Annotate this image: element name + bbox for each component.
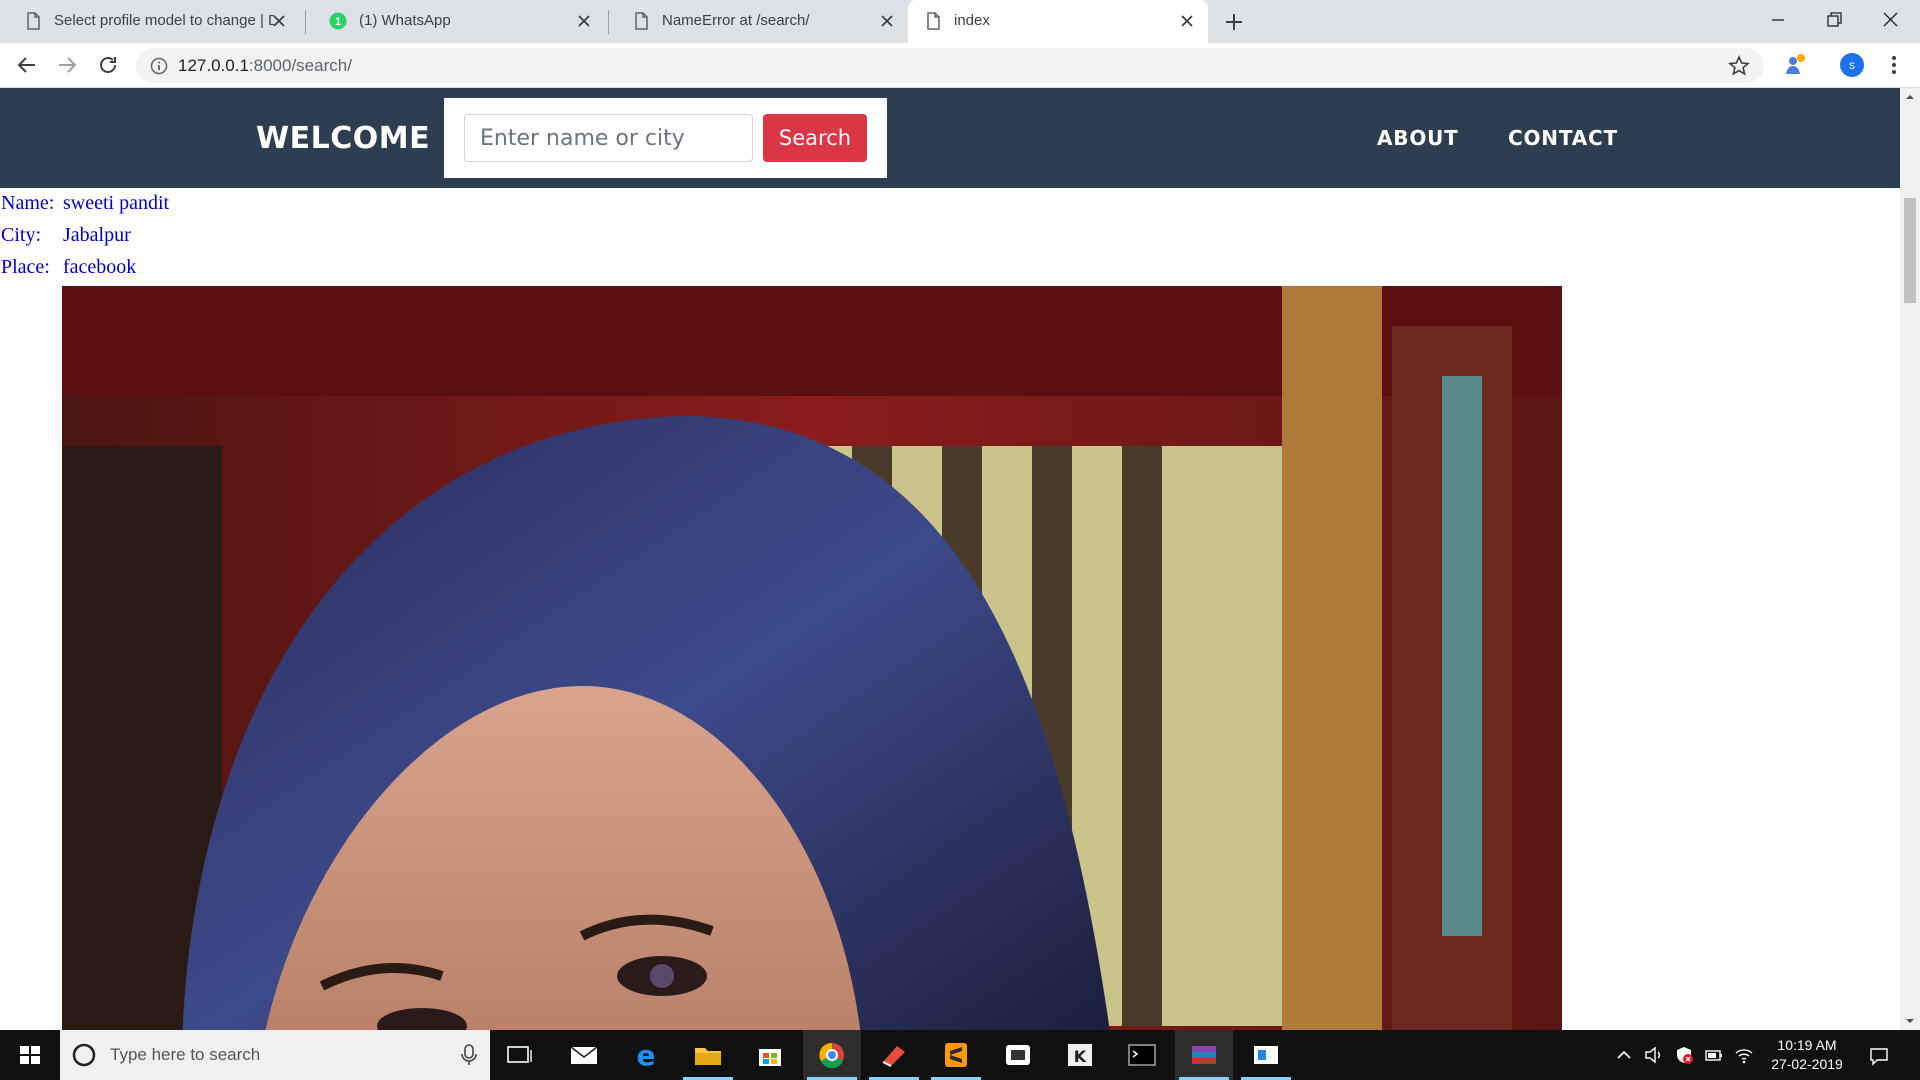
info-icon[interactable] — [150, 57, 168, 75]
tab-nameerror[interactable]: NameError at /search/ — [608, 0, 908, 43]
edge-app[interactable]: e — [617, 1030, 675, 1080]
page-scrollbar[interactable] — [1900, 88, 1920, 1030]
windows-taskbar: Type here to search e K 10:19 AM 27-02-2… — [0, 1030, 1920, 1080]
close-icon[interactable] — [270, 12, 288, 30]
page-icon — [632, 12, 650, 30]
profile-avatar[interactable]: s — [1840, 53, 1864, 77]
tab-whatsapp[interactable]: 1 (1) WhatsApp — [305, 0, 605, 43]
terminal-app[interactable] — [1113, 1030, 1171, 1080]
volume-icon[interactable] — [1644, 1045, 1664, 1065]
notification-icon[interactable] — [1868, 1045, 1890, 1067]
winrar-app[interactable] — [1175, 1030, 1233, 1080]
profile-photo — [62, 286, 1562, 1030]
bookmark-star-icon[interactable] — [1728, 55, 1750, 77]
tab-title: NameError at /search/ — [662, 12, 810, 29]
city-label: City: — [1, 224, 42, 246]
cortana-icon — [72, 1043, 96, 1067]
app-button[interactable] — [865, 1030, 923, 1080]
microphone-icon[interactable] — [460, 1044, 478, 1066]
search-form: Search — [444, 98, 887, 178]
svg-text:1: 1 — [335, 16, 341, 28]
mail-icon — [570, 1046, 598, 1064]
address-bar[interactable]: 127.0.0.1:8000/search/ — [136, 48, 1764, 83]
close-icon[interactable] — [1178, 12, 1196, 30]
tab-title: (1) WhatsApp — [359, 12, 451, 29]
chevron-up-icon[interactable] — [1614, 1045, 1634, 1065]
app-icon — [1006, 1045, 1030, 1065]
wifi-icon[interactable] — [1734, 1045, 1754, 1065]
tab-admin[interactable]: Select profile model to change | D — [0, 0, 300, 43]
back-icon[interactable] — [15, 53, 39, 77]
store-icon — [759, 1049, 781, 1066]
scroll-up-icon[interactable] — [1905, 92, 1915, 102]
app-button[interactable]: K — [1051, 1030, 1109, 1080]
search-button[interactable]: Search — [763, 114, 867, 162]
nav-link-contact[interactable]: CONTACT — [1508, 126, 1618, 150]
window-app[interactable] — [1237, 1030, 1295, 1080]
close-icon[interactable] — [575, 12, 593, 30]
battery-icon[interactable] — [1704, 1045, 1724, 1065]
sublime-icon — [945, 1043, 967, 1067]
page-viewport: WELCOME Search ABOUT CONTACT Name: sweet… — [0, 88, 1920, 1030]
reload-icon[interactable] — [96, 53, 120, 77]
place-value: facebook — [63, 256, 137, 278]
city-value: Jabalpur — [63, 224, 131, 246]
minimize-icon[interactable] — [1764, 8, 1792, 32]
svg-text:K: K — [1074, 1047, 1087, 1066]
close-window-icon[interactable] — [1876, 8, 1904, 32]
taskbar-search-placeholder: Type here to search — [110, 1045, 261, 1064]
brand-title[interactable]: WELCOME — [256, 121, 430, 156]
taskbar-search[interactable]: Type here to search — [60, 1030, 490, 1080]
task-view-icon — [507, 1046, 532, 1063]
clock-date: 27-02-2019 — [1771, 1056, 1843, 1072]
url-host: 127.0.0.1 — [178, 56, 249, 75]
site-navbar: WELCOME Search ABOUT CONTACT — [0, 88, 1900, 188]
terminal-icon — [1128, 1044, 1156, 1066]
app-button[interactable] — [989, 1030, 1047, 1080]
edge-icon: e — [637, 1042, 656, 1068]
winrar-icon — [1192, 1046, 1216, 1064]
forward-icon[interactable] — [55, 53, 79, 77]
tab-title: Select profile model to change | D — [54, 12, 274, 29]
sublime-app[interactable] — [927, 1030, 985, 1080]
new-tab-icon[interactable] — [1222, 10, 1246, 34]
file-explorer-app[interactable] — [679, 1030, 737, 1080]
browser-toolbar: 127.0.0.1:8000/search/ — [0, 43, 1920, 88]
clock-time: 10:19 AM — [1777, 1037, 1837, 1053]
app-icon: K — [1068, 1044, 1092, 1066]
chrome-icon — [819, 1042, 844, 1068]
page-icon — [924, 12, 942, 30]
url-text: 127.0.0.1:8000/search/ — [178, 56, 352, 76]
task-view-button[interactable] — [490, 1030, 548, 1080]
close-icon[interactable] — [878, 12, 896, 30]
restore-icon[interactable] — [1820, 8, 1848, 32]
scroll-thumb[interactable] — [1904, 198, 1916, 303]
chrome-app[interactable] — [803, 1030, 861, 1080]
more-menu-icon[interactable] — [1884, 53, 1904, 77]
name-value: sweeti pandit — [63, 192, 170, 214]
extension-icon[interactable] — [1782, 52, 1808, 78]
app-icon — [882, 1046, 905, 1067]
name-label: Name: — [1, 192, 55, 214]
window-icon — [1254, 1046, 1278, 1064]
tab-title: index — [954, 12, 990, 29]
search-input[interactable] — [464, 114, 753, 162]
taskbar-clock[interactable]: 10:19 AM 27-02-2019 — [1762, 1036, 1852, 1074]
browser-tab-strip: Select profile model to change | D 1 (1)… — [0, 0, 1920, 43]
svg-text:e: e — [637, 1042, 656, 1068]
security-shield-icon[interactable] — [1674, 1045, 1694, 1065]
tab-index[interactable]: index — [908, 0, 1208, 43]
place-label: Place: — [1, 256, 50, 278]
scroll-down-icon[interactable] — [1905, 1016, 1915, 1026]
file-explorer-icon — [695, 1048, 721, 1065]
nav-link-about[interactable]: ABOUT — [1377, 126, 1459, 150]
url-path: :8000/search/ — [248, 56, 352, 75]
mail-app[interactable] — [555, 1030, 613, 1080]
windows-start-icon[interactable] — [0, 1030, 60, 1080]
page-icon — [24, 12, 42, 30]
store-app[interactable] — [741, 1030, 799, 1080]
whatsapp-icon: 1 — [329, 12, 347, 30]
